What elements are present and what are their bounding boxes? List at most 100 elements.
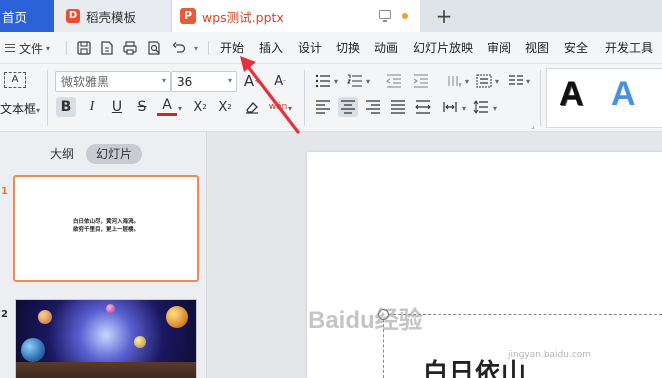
strikethrough-button[interactable]: S <box>132 97 152 117</box>
distribute-button[interactable] <box>413 97 433 117</box>
increase-indent-button[interactable] <box>411 71 431 91</box>
text-direction-button[interactable] <box>444 71 464 91</box>
textbox-label: 文本框 <box>0 102 37 116</box>
character-spacing-button[interactable] <box>440 97 460 117</box>
planet-image <box>38 310 52 324</box>
chevron-down-icon[interactable]: ▾ <box>493 104 497 113</box>
font-color-button[interactable]: A <box>157 97 177 116</box>
pptx-file-icon: P <box>180 8 196 24</box>
slide-number: 2 <box>1 309 8 320</box>
font-name-select[interactable]: 微软雅黑 ▾ <box>55 71 171 92</box>
align-right-button[interactable] <box>363 97 383 117</box>
save-icon[interactable] <box>76 40 92 56</box>
menu-tab-animations[interactable]: 动画 <box>374 32 398 64</box>
menu-tab-security[interactable]: 安全 <box>564 32 588 64</box>
columns-icon <box>509 75 523 85</box>
font-size-select[interactable]: 36 ▾ <box>171 71 237 92</box>
text-direction-icon <box>448 76 462 88</box>
italic-button[interactable]: I <box>82 97 102 117</box>
slide-thumbnail-2[interactable] <box>15 299 197 378</box>
paragraph-spacing-icon <box>473 100 488 114</box>
watermark-text: Baidu经验 <box>308 307 423 334</box>
unsaved-dot-icon <box>402 13 408 19</box>
slide-panel: 大纲 幻灯片 1 白日依山尽，黄河入海流。 欲穷千里目，更上一层楼。 2 <box>0 132 207 378</box>
font-name-value: 微软雅黑 <box>61 75 110 89</box>
chevron-down-icon[interactable]: ▾ <box>462 104 466 113</box>
chevron-down-icon: ▾ <box>46 43 51 53</box>
chevron-down-icon[interactable]: ▾ <box>526 77 530 86</box>
undo-dropdown-icon[interactable]: ▾ <box>194 44 198 53</box>
print-icon[interactable] <box>122 40 138 56</box>
tab-docer-templates[interactable]: D 稻壳模板 <box>54 0 172 32</box>
paragraph-spacing-button[interactable] <box>471 97 491 117</box>
increase-indent-icon <box>413 74 428 88</box>
align-text-button[interactable] <box>474 71 494 91</box>
title-text-frame[interactable]: 白日依山 <box>378 309 662 378</box>
align-right-icon <box>366 100 380 114</box>
justify-icon <box>391 100 405 114</box>
underline-button[interactable]: U <box>107 97 127 117</box>
editing-canvas[interactable]: 白日依山 <box>207 132 662 378</box>
menu-tab-developer[interactable]: 开发工具 <box>605 32 653 64</box>
bullet-list-icon <box>315 74 330 88</box>
decrease-indent-button[interactable] <box>384 71 404 91</box>
align-text-icon <box>476 74 492 88</box>
chevron-down-icon[interactable]: ▾ <box>366 77 370 86</box>
new-tab-button[interactable]: + <box>433 5 455 27</box>
textbox-icon[interactable]: A <box>4 72 26 88</box>
numbered-list-icon <box>347 74 362 87</box>
slide-number: 1 <box>1 186 8 197</box>
tab-slides[interactable]: 幻灯片 <box>86 144 143 164</box>
tab-home-label: 首页 <box>2 9 28 25</box>
menu-tab-slideshow[interactable]: 幻灯片放映 <box>413 32 473 64</box>
divider <box>540 70 541 126</box>
menu-bar: 文件 ▾ ▾ 开始 插入 设计 切换 动画 幻灯片放映 审阅 视图 安全 开发工… <box>0 32 662 64</box>
align-center-button[interactable] <box>338 97 358 117</box>
numbered-list-button[interactable] <box>345 71 365 91</box>
undo-icon[interactable] <box>171 40 187 56</box>
bullet-list-button[interactable] <box>313 71 333 91</box>
text-style-blue[interactable]: A <box>611 75 636 114</box>
menu-tab-view[interactable]: 视图 <box>525 32 549 64</box>
divider <box>47 70 48 126</box>
tab-home[interactable]: 首页 <box>0 0 54 32</box>
columns-button[interactable] <box>506 71 526 91</box>
text-style-black[interactable]: A <box>559 75 584 114</box>
export-pdf-icon[interactable] <box>99 40 115 56</box>
planet-image <box>134 336 146 348</box>
superscript-button[interactable]: X2 <box>190 97 210 117</box>
print-preview-icon[interactable] <box>146 40 162 56</box>
watermark-url: jingyan.baidu.com <box>508 350 592 360</box>
file-menu[interactable]: 文件 ▾ <box>5 32 50 64</box>
monitor-icon[interactable] <box>379 10 391 22</box>
justify-button[interactable] <box>388 97 408 117</box>
menu-tab-review[interactable]: 审阅 <box>487 32 511 64</box>
divider <box>304 70 305 126</box>
superscript-icon: X <box>193 99 203 115</box>
slide-page[interactable]: 白日依山 <box>307 152 662 378</box>
hamburger-icon <box>5 44 15 52</box>
align-left-icon <box>316 100 330 114</box>
tab-outline[interactable]: 大纲 <box>50 144 74 164</box>
chevron-down-icon[interactable]: ▾ <box>178 104 182 113</box>
tab-docer-label: 稻壳模板 <box>86 9 137 25</box>
docer-logo-icon: D <box>66 9 80 23</box>
tab-document[interactable]: P wps测试.pptx <box>172 0 420 32</box>
tab-document-label: wps测试.pptx <box>202 9 284 25</box>
font-size-value: 36 <box>177 74 193 89</box>
chevron-down-icon[interactable]: ▾ <box>465 77 469 86</box>
align-left-button[interactable] <box>313 97 333 117</box>
chevron-down-icon[interactable]: ▾ <box>495 77 499 86</box>
divider <box>66 41 67 55</box>
annotation-arrow-icon <box>240 56 300 134</box>
chevron-down-icon[interactable]: ▾ <box>334 77 338 86</box>
paragraph-settings-icon[interactable]: ⌟ <box>531 121 535 130</box>
chevron-down-icon: ▾ <box>161 76 166 85</box>
textbox-button[interactable]: 文本框▾ <box>0 100 40 117</box>
divider <box>208 41 209 55</box>
slide-thumbnail-1[interactable]: 白日依山尽，黄河入海流。 欲穷千里目，更上一层楼。 <box>13 175 199 282</box>
planet-image <box>166 306 188 328</box>
decrease-indent-icon <box>386 74 401 88</box>
menu-tab-transitions[interactable]: 切换 <box>336 32 360 64</box>
bold-button[interactable]: B <box>56 97 76 117</box>
